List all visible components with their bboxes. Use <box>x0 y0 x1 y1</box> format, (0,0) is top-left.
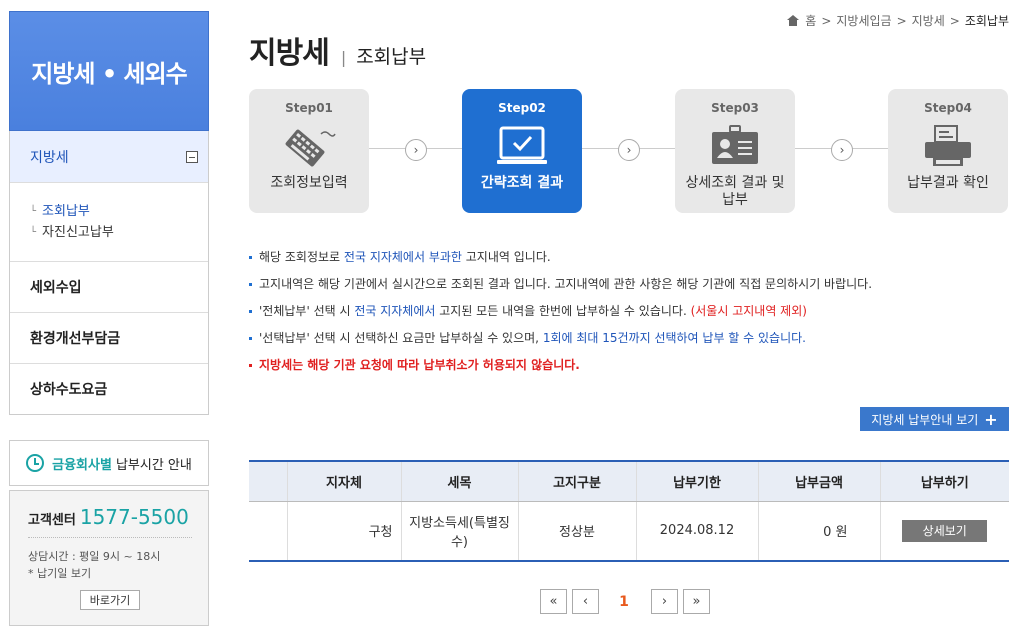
plus-icon: + <box>984 409 998 429</box>
table-header: 고지구분 <box>517 460 636 502</box>
table-header: 세목 <box>400 460 518 502</box>
notice-item: '선택납부' 선택 시 선택하신 요금만 납부하실 수 있으며, 1회에 최대 … <box>249 329 872 356</box>
sidebar-item-water[interactable]: 상하수도요금 <box>10 363 208 414</box>
printer-icon <box>918 121 978 171</box>
table-header-select <box>249 460 287 502</box>
sidebar-sub-item-inquiry[interactable]: └ 조회납부 <box>30 201 208 222</box>
cell-tax-item: 지방소득세(특별징수) <box>400 501 518 562</box>
payment-guide-button[interactable]: 지방세 납부안내 보기 + <box>860 407 1009 431</box>
step-indicator: Step01 조회정보입력 › Step02 간략조회 결과 › Step03 … <box>249 89 1009 213</box>
sidebar-menu: 지방세 └ 조회납부 └ 자진신고납부 세외수입 환경개선부담금 상하수도요금 <box>9 131 209 415</box>
sidebar-title: 지방세 • 세외수 <box>9 11 209 131</box>
page-number-current[interactable]: 1 <box>604 594 644 610</box>
table-header: 납부하기 <box>879 460 1009 502</box>
cell-action: 상세보기 <box>879 501 1009 562</box>
cs-note: * 납기일 보기 <box>28 567 92 580</box>
monitor-check-icon <box>492 121 552 171</box>
sidebar: 지방세 • 세외수 지방세 └ 조회납부 └ 자진신고납부 세외수입 환경개선부… <box>9 11 209 415</box>
chevron-right-icon: › <box>618 139 640 161</box>
cs-shortcut-button[interactable]: 바로가기 <box>80 590 140 610</box>
chevron-right-icon: › <box>405 139 427 161</box>
sub-bullet-icon: └ <box>30 206 37 217</box>
prev-page-button[interactable]: ‹ <box>572 589 599 614</box>
cs-number: 1577-5500 <box>79 505 189 529</box>
bill-table: 지자체 세목 고지구분 납부기한 납부금액 납부하기 구청 지방소득세(특별징수… <box>249 460 1009 562</box>
id-card-icon <box>705 121 765 171</box>
notice-item: 고지내역은 해당 기관에서 실시간으로 조회된 결과 입니다. 고지내역에 관한… <box>249 275 872 302</box>
last-page-button[interactable]: » <box>683 589 710 614</box>
sidebar-sub-item-self-report[interactable]: └ 자진신고납부 <box>30 222 208 243</box>
notice-warning: 지방세는 해당 기관 요청에 따라 납부취소가 허용되지 않습니다. <box>249 356 872 383</box>
step-3: Step03 상세조회 결과 및 납부 <box>675 89 795 213</box>
row-select-cell <box>249 501 287 562</box>
pagination: « ‹ 1 › » <box>540 589 715 614</box>
notice-list: 해당 조회정보로 전국 지자체에서 부과한 고지내역 입니다. 고지내역은 해당… <box>249 248 872 383</box>
cell-bill-type: 정상분 <box>517 501 636 562</box>
table-header-row: 지자체 세목 고지구분 납부기한 납부금액 납부하기 <box>249 460 1009 502</box>
sidebar-item-label: 지방세 <box>30 149 69 166</box>
breadcrumb: 홈 > 지방세입금 > 지방세 > 조회납부 <box>787 12 1009 29</box>
notice-item: '전체납부' 선택 시 전국 지자체에서 고지된 모든 내역을 한번에 납부하실… <box>249 302 872 329</box>
chevron-right-icon: › <box>831 139 853 161</box>
step-1: Step01 조회정보입력 <box>249 89 369 213</box>
home-icon[interactable] <box>787 15 800 26</box>
step-2: Step02 간략조회 결과 <box>462 89 582 213</box>
collapse-icon[interactable] <box>186 150 198 163</box>
table-header: 납부금액 <box>757 460 880 502</box>
detail-view-button[interactable]: 상세보기 <box>902 519 988 542</box>
finance-hours-link[interactable]: 금융회사별 납부시간 안내 <box>9 440 209 486</box>
cs-label: 고객센터 <box>28 513 76 528</box>
clock-icon <box>26 454 45 472</box>
table-header: 지자체 <box>286 460 401 502</box>
first-page-button[interactable]: « <box>540 589 567 614</box>
notice-item: 해당 조회정보로 전국 지자체에서 부과한 고지내역 입니다. <box>249 248 872 275</box>
customer-center: 고객센터 1577-5500 상담시간 : 평일 9시 ~ 18시 * 납기일 … <box>9 490 209 626</box>
keyboard-icon <box>279 121 339 171</box>
sub-bullet-icon: └ <box>30 227 37 238</box>
table-row: 구청 지방소득세(특별징수) 정상분 2024.08.12 0 원 상세보기 <box>249 501 1009 562</box>
cs-hours: 상담시간 : 평일 9시 ~ 18시 <box>28 550 161 563</box>
cell-due-date: 2024.08.12 <box>635 501 758 562</box>
sidebar-sub-list: └ 조회납부 └ 자진신고납부 <box>10 182 208 261</box>
sidebar-item-environment[interactable]: 환경개선부담금 <box>10 312 208 363</box>
cell-amount: 0 원 <box>757 501 880 562</box>
table-header: 납부기한 <box>635 460 758 502</box>
page-title: 지방세 | 조회납부 <box>249 36 427 71</box>
next-page-button[interactable]: › <box>651 589 678 614</box>
sidebar-item-nontax[interactable]: 세외수입 <box>10 261 208 312</box>
cell-region: 구청 <box>286 501 401 562</box>
step-4: Step04 납부결과 확인 <box>888 89 1008 213</box>
sidebar-item-local-tax[interactable]: 지방세 <box>10 131 208 182</box>
